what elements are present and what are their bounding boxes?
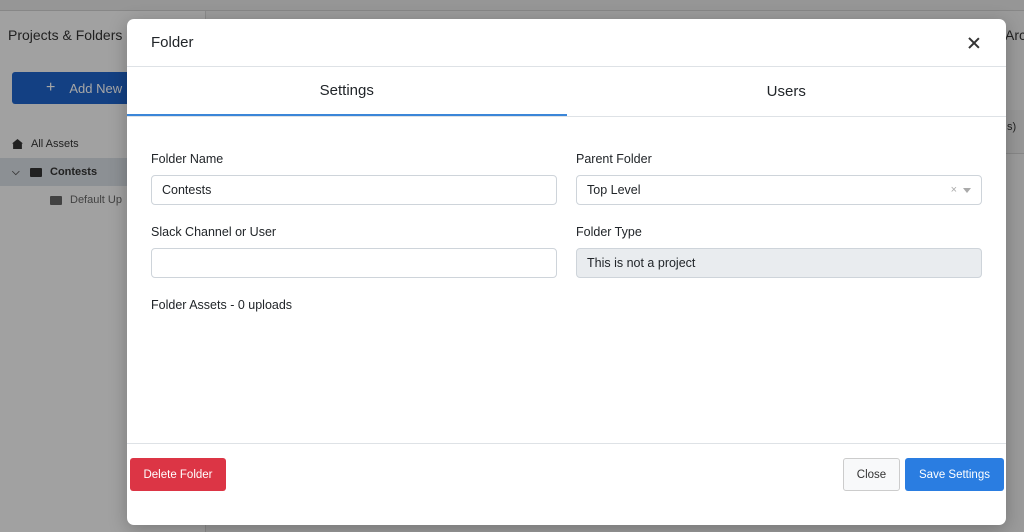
folder-modal: Folder Settings Users Folder Name Contes… <box>127 19 1006 525</box>
modal-header: Folder <box>127 19 1006 67</box>
clear-icon[interactable]: × <box>951 184 957 196</box>
modal-footer: Delete Folder Close Save Settings <box>127 443 1006 525</box>
close-button[interactable]: Close <box>843 458 900 491</box>
folder-type-field: This is not a project <box>576 248 982 278</box>
folder-name-group: Folder Name Contests <box>151 152 557 205</box>
folder-assets-count: Folder Assets - 0 uploads <box>151 298 293 312</box>
parent-folder-value: Top Level <box>587 183 641 197</box>
dropdown-caret-icon[interactable] <box>963 187 971 193</box>
slack-group: Slack Channel or User <box>151 225 557 278</box>
parent-folder-select[interactable]: Top Level × <box>576 175 982 205</box>
slack-label: Slack Channel or User <box>151 225 277 239</box>
slack-input[interactable] <box>151 248 557 278</box>
close-icon[interactable] <box>966 35 982 51</box>
modal-tabs: Settings Users <box>127 67 1006 117</box>
folder-type-group: Folder Type This is not a project <box>576 225 982 278</box>
tab-settings[interactable]: Settings <box>127 67 567 116</box>
parent-folder-group: Parent Folder Top Level × <box>576 152 982 205</box>
delete-folder-button[interactable]: Delete Folder <box>130 458 226 491</box>
tab-users[interactable]: Users <box>567 67 1007 116</box>
modal-title: Folder <box>151 34 194 51</box>
parent-folder-label: Parent Folder <box>576 152 652 166</box>
folder-type-label: Folder Type <box>576 225 642 239</box>
save-settings-button[interactable]: Save Settings <box>905 458 1004 491</box>
folder-name-input[interactable]: Contests <box>151 175 557 205</box>
folder-name-label: Folder Name <box>151 152 224 166</box>
